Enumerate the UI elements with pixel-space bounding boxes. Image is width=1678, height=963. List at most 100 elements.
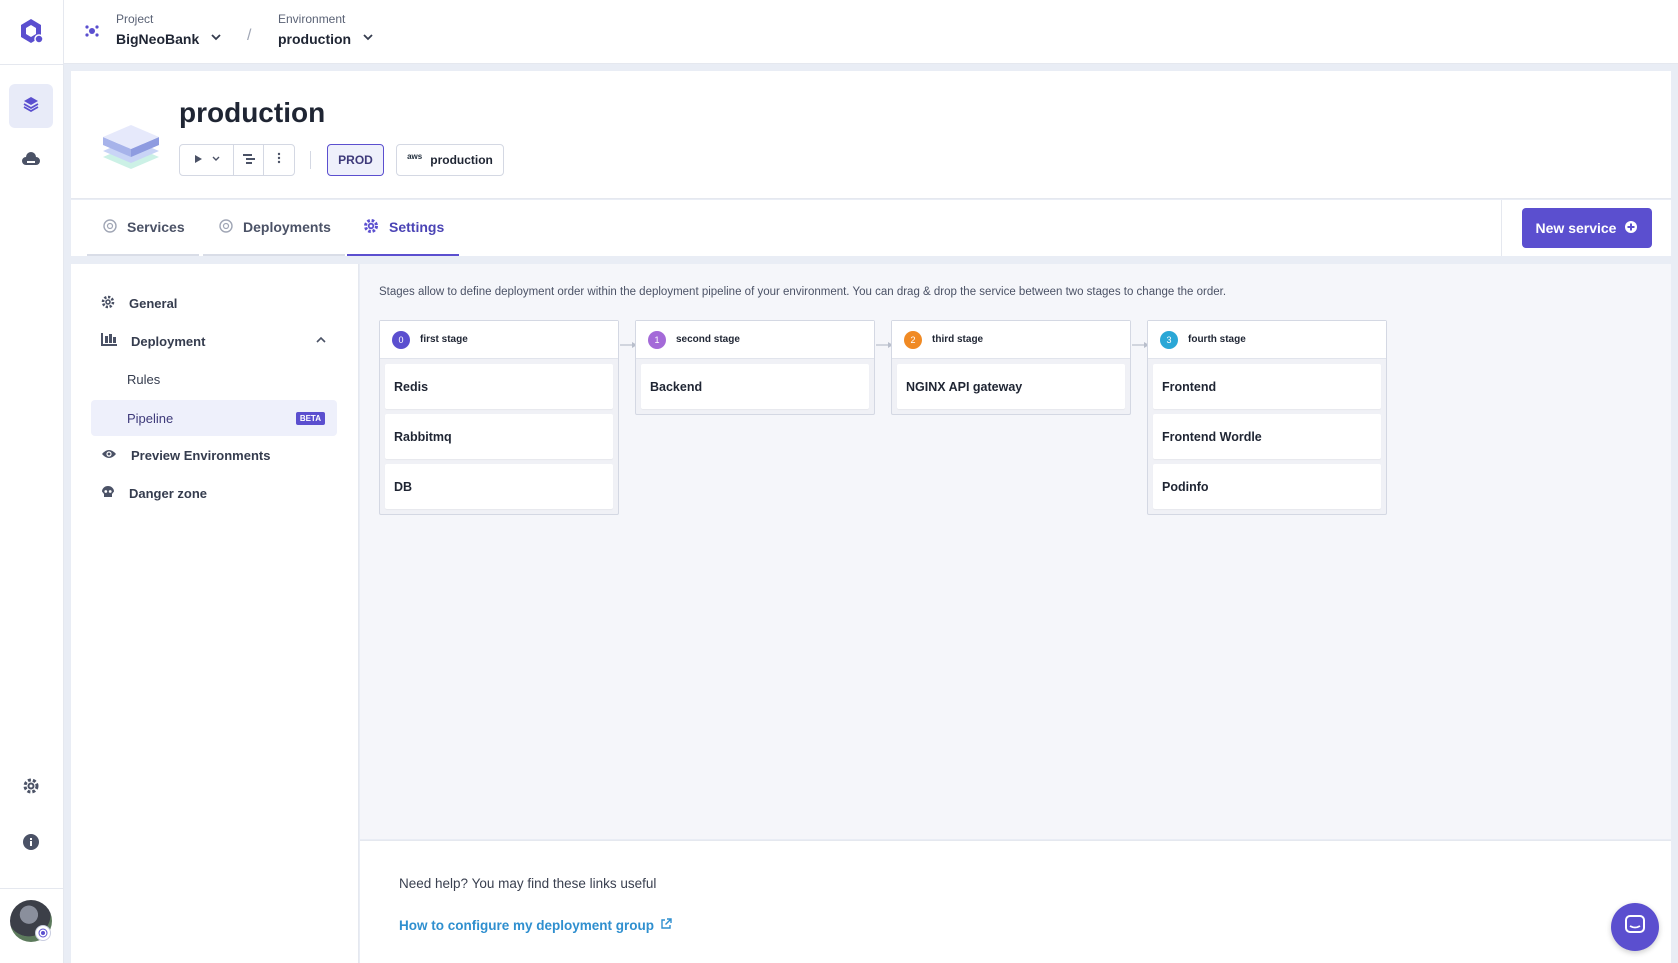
stage-name: first stage xyxy=(420,334,468,345)
cloud-icon xyxy=(21,151,41,173)
environments-nav-button[interactable] xyxy=(9,84,53,128)
deploy-button[interactable] xyxy=(180,145,234,175)
new-service-button[interactable]: New service xyxy=(1522,208,1652,248)
app-logo-icon[interactable] xyxy=(14,14,48,48)
stage-number: 3 xyxy=(1160,330,1178,349)
environment-selector[interactable]: Environment production xyxy=(278,12,375,47)
status-circle-icon xyxy=(219,218,233,236)
terminal-icon xyxy=(242,151,255,169)
tab-services[interactable]: Services xyxy=(87,200,199,256)
pipeline-panel: Stages allow to define deployment order … xyxy=(360,264,1671,839)
stage-name: fourth stage xyxy=(1188,334,1246,345)
more-actions-button[interactable] xyxy=(264,145,294,175)
settings-nav-deployment[interactable]: Deployment xyxy=(91,324,337,358)
environment-name: production xyxy=(278,30,352,47)
service-card[interactable]: Frontend Wordle xyxy=(1153,414,1381,459)
status-circle-icon xyxy=(103,218,117,236)
tab-settings[interactable]: Settings xyxy=(347,200,459,256)
left-rail xyxy=(0,0,64,963)
settings-nav-pipeline[interactable]: Pipeline BETA xyxy=(91,400,337,436)
settings-nav-preview-environments[interactable]: Preview Environments xyxy=(91,438,337,472)
more-vertical-icon xyxy=(277,151,281,169)
cluster-badge[interactable]: aws production xyxy=(396,144,504,176)
gear-icon xyxy=(363,218,379,237)
chevron-up-icon xyxy=(315,334,327,349)
help-section: Need help? You may find these links usef… xyxy=(360,840,1671,963)
service-card[interactable]: Rabbitmq xyxy=(385,414,613,459)
gear-icon xyxy=(22,777,40,800)
chevron-down-icon xyxy=(361,30,375,47)
nav-label: Rules xyxy=(127,371,161,387)
info-nav-button[interactable] xyxy=(9,822,53,866)
top-bar: Project BigNeoBank / Environment product… xyxy=(64,0,1678,64)
new-service-label: New service xyxy=(1535,220,1617,236)
stage-number: 0 xyxy=(392,330,410,349)
tab-label: Services xyxy=(127,219,185,235)
environment-mode-badge: PROD xyxy=(327,144,384,176)
stage-name: second stage xyxy=(676,334,740,345)
service-card[interactable]: Podinfo xyxy=(1153,464,1381,509)
support-chat-button[interactable] xyxy=(1611,903,1659,951)
breadcrumb-separator: / xyxy=(247,27,252,44)
environment-tabs: Services Deployments Settings New servic… xyxy=(71,200,1671,256)
environment-stack-icon xyxy=(99,107,163,171)
chevron-down-icon xyxy=(209,30,223,47)
stage-card: 1 second stage Backend xyxy=(635,320,875,415)
stage-name: third stage xyxy=(932,334,984,345)
service-card[interactable]: Backend xyxy=(641,364,869,409)
beta-badge: BETA xyxy=(295,411,325,425)
play-icon xyxy=(193,151,203,169)
project-icon xyxy=(84,23,100,44)
settings-sidebar: General Deployment Rules Pipeline BETA P… xyxy=(71,264,359,963)
settings-nav-danger-zone[interactable]: Danger zone xyxy=(91,476,337,510)
service-card[interactable]: Frontend xyxy=(1153,364,1381,409)
service-card[interactable]: Redis xyxy=(385,364,613,409)
stage-card: 3 fourth stage Frontend Frontend Wordle … xyxy=(1147,320,1387,515)
cluster-name: production xyxy=(430,153,493,167)
settings-nav-button[interactable] xyxy=(9,766,53,810)
stage-card: 2 third stage NGINX API gateway xyxy=(891,320,1131,415)
nav-label: Pipeline xyxy=(127,410,174,426)
tab-label: Deployments xyxy=(243,219,331,235)
environment-actions-group xyxy=(179,144,295,176)
eye-icon xyxy=(101,448,117,463)
stage-header: 0 first stage xyxy=(380,321,618,359)
rail-divider xyxy=(0,888,64,889)
aws-logo-icon: aws xyxy=(407,152,423,161)
stage-header: 2 third stage xyxy=(892,321,1130,359)
stage-card: 0 first stage Redis Rabbitmq DB xyxy=(379,320,619,515)
plus-circle-icon xyxy=(1624,220,1638,237)
help-link[interactable]: How to configure my deployment group xyxy=(399,918,672,933)
page-title: production xyxy=(179,97,326,128)
tab-deployments[interactable]: Deployments xyxy=(203,200,345,256)
environment-label: Environment xyxy=(278,12,346,26)
info-icon xyxy=(22,833,40,856)
help-title: Need help? You may find these links usef… xyxy=(399,876,657,891)
nav-label: Preview Environments xyxy=(131,447,271,463)
service-card[interactable]: DB xyxy=(385,464,613,509)
skull-icon xyxy=(101,485,115,502)
chevron-down-icon xyxy=(211,151,221,169)
project-name: BigNeoBank xyxy=(116,30,200,47)
project-selector[interactable]: Project BigNeoBank xyxy=(116,12,223,47)
layers-icon xyxy=(22,95,40,118)
tab-label: Settings xyxy=(389,219,445,235)
gear-icon xyxy=(101,295,115,312)
project-label: Project xyxy=(116,12,154,26)
nav-label: Danger zone xyxy=(129,485,208,501)
settings-nav-general[interactable]: General xyxy=(91,286,337,320)
rail-divider xyxy=(0,64,64,65)
stage-number: 1 xyxy=(648,330,666,349)
stage-header: 3 fourth stage xyxy=(1148,321,1386,359)
logs-button[interactable] xyxy=(234,145,264,175)
clusters-nav-button[interactable] xyxy=(9,140,53,184)
service-card[interactable]: NGINX API gateway xyxy=(897,364,1125,409)
stage-header: 1 second stage xyxy=(636,321,874,359)
deployment-icon xyxy=(101,332,117,350)
chat-icon xyxy=(1624,914,1646,941)
environment-header: production PROD aws production xyxy=(71,71,1671,199)
nav-label: Deployment xyxy=(131,333,206,349)
tabs-divider xyxy=(1501,200,1502,256)
organization-badge-icon xyxy=(35,925,51,941)
settings-nav-rules[interactable]: Rules xyxy=(91,362,337,396)
